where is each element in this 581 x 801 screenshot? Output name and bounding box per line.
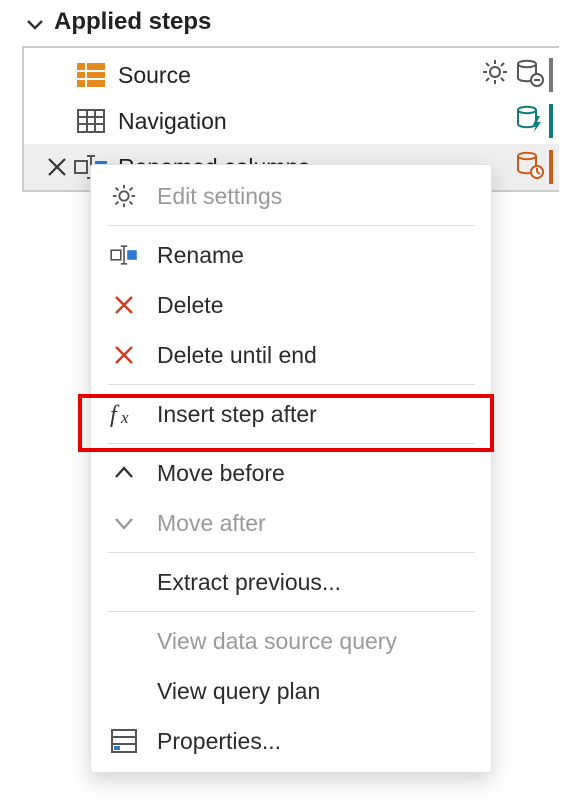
status-stripe bbox=[549, 104, 553, 138]
menu-label: Edit settings bbox=[157, 183, 282, 210]
step-label: Navigation bbox=[118, 108, 515, 135]
menu-edit-settings: Edit settings bbox=[91, 171, 491, 221]
blank-icon bbox=[109, 567, 139, 597]
fx-icon: f x bbox=[109, 399, 139, 429]
chevron-down-icon bbox=[109, 508, 139, 538]
status-stripe bbox=[549, 58, 553, 92]
menu-move-after: Move after bbox=[91, 498, 491, 548]
gear-icon[interactable] bbox=[481, 58, 509, 92]
step-row-source[interactable]: Source bbox=[24, 52, 559, 98]
menu-label: View query plan bbox=[157, 678, 320, 705]
status-stripe bbox=[549, 150, 553, 184]
menu-label: Insert step after bbox=[157, 401, 317, 428]
menu-extract-previous[interactable]: Extract previous... bbox=[91, 557, 491, 607]
menu-separator bbox=[107, 443, 475, 444]
chevron-down-icon bbox=[26, 13, 44, 31]
menu-label: Delete bbox=[157, 292, 223, 319]
chevron-up-icon bbox=[109, 458, 139, 488]
step-label: Source bbox=[118, 62, 481, 89]
step-context-menu: Edit settings Rename Delete Delete until… bbox=[90, 164, 492, 773]
properties-icon bbox=[109, 726, 139, 756]
blank-icon bbox=[109, 676, 139, 706]
database-minus-icon bbox=[515, 58, 543, 92]
menu-view-query-plan[interactable]: View query plan bbox=[91, 666, 491, 716]
menu-label: Move before bbox=[157, 460, 285, 487]
menu-separator bbox=[107, 611, 475, 612]
svg-text:f: f bbox=[110, 402, 120, 428]
menu-delete[interactable]: Delete bbox=[91, 280, 491, 330]
menu-view-data-source-query: View data source query bbox=[91, 616, 491, 666]
grid-icon bbox=[74, 104, 108, 138]
panel-title: Applied steps bbox=[54, 8, 211, 36]
menu-delete-until-end[interactable]: Delete until end bbox=[91, 330, 491, 380]
x-icon bbox=[109, 290, 139, 320]
svg-text:x: x bbox=[120, 408, 129, 427]
source-table-icon bbox=[74, 58, 108, 92]
menu-separator bbox=[107, 552, 475, 553]
menu-label: Extract previous... bbox=[157, 569, 341, 596]
menu-label: Rename bbox=[157, 242, 244, 269]
database-bolt-icon bbox=[515, 104, 543, 138]
menu-label: Delete until end bbox=[157, 342, 317, 369]
menu-separator bbox=[107, 384, 475, 385]
gear-icon bbox=[109, 181, 139, 211]
menu-label: View data source query bbox=[157, 628, 397, 655]
blank-icon bbox=[109, 626, 139, 656]
menu-label: Properties... bbox=[157, 728, 281, 755]
rename-col-icon bbox=[109, 240, 139, 270]
step-row-navigation[interactable]: Navigation bbox=[24, 98, 559, 144]
applied-steps-header[interactable]: Applied steps bbox=[0, 0, 581, 46]
menu-insert-step-after[interactable]: f x Insert step after bbox=[91, 389, 491, 439]
database-clock-icon bbox=[515, 150, 543, 184]
menu-properties[interactable]: Properties... bbox=[91, 716, 491, 766]
menu-move-before[interactable]: Move before bbox=[91, 448, 491, 498]
x-icon bbox=[109, 340, 139, 370]
menu-separator bbox=[107, 225, 475, 226]
menu-label: Move after bbox=[157, 510, 266, 537]
delete-step-button[interactable] bbox=[40, 156, 74, 178]
menu-rename[interactable]: Rename bbox=[91, 230, 491, 280]
